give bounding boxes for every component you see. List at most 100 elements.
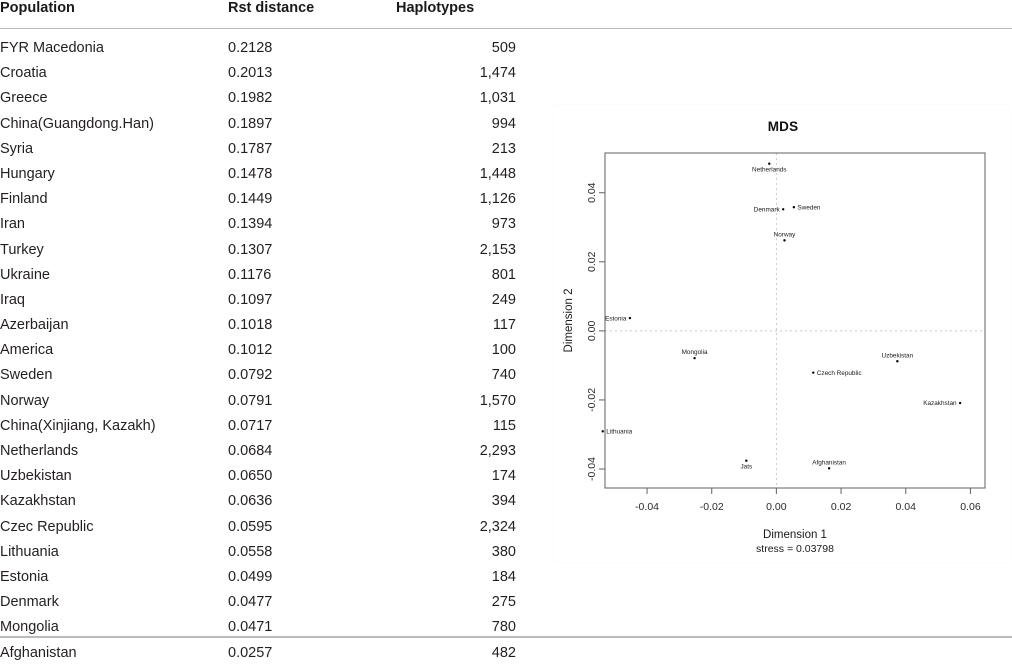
cell-rst-distance: 0.1012 (228, 338, 396, 363)
x-tick-label: 0.00 (766, 501, 787, 513)
cell-rst-distance: 0.0791 (228, 388, 396, 413)
data-point (812, 371, 814, 373)
data-point (793, 206, 795, 208)
column-header-haplotypes: Haplotypes (396, 0, 516, 29)
data-point (768, 163, 770, 165)
cell-haplotypes: 117 (396, 312, 516, 337)
cell-population: Iraq (0, 287, 228, 312)
cell-rst-distance: 0.1449 (228, 187, 396, 212)
table-row: Croatia0.20131,474 (0, 61, 1012, 86)
cell-rst-distance: 0.1897 (228, 111, 396, 136)
cell-haplotypes: 1,126 (396, 187, 516, 212)
data-point-label: Czech Republic (817, 370, 863, 377)
cell-spacer (516, 29, 1012, 61)
cell-population: FYR Macedonia (0, 29, 228, 61)
data-point (828, 467, 830, 469)
data-point-label: Lithuania (606, 429, 632, 436)
cell-population: Greece (0, 86, 228, 111)
x-tick-label: -0.02 (700, 501, 724, 513)
cell-spacer (516, 590, 1012, 615)
cell-population: Sweden (0, 363, 228, 388)
cell-haplotypes: 2,293 (396, 438, 516, 463)
cell-haplotypes: 740 (396, 363, 516, 388)
cell-haplotypes: 275 (396, 590, 516, 615)
y-tick-label: 0.04 (586, 182, 598, 203)
data-point-label: Netherlands (752, 167, 786, 174)
cell-haplotypes: 1,570 (396, 388, 516, 413)
cell-rst-distance: 0.2013 (228, 61, 396, 86)
cell-haplotypes: 801 (396, 262, 516, 287)
table-row: Denmark0.0477275 (0, 590, 1012, 615)
cell-rst-distance: 0.1097 (228, 287, 396, 312)
chart-subtitle: stress = 0.03798 (756, 543, 834, 555)
data-point-label: Denmark (754, 206, 781, 213)
mds-scatter-plot: -0.04-0.020.000.020.040.06-0.04-0.020.00… (554, 105, 1012, 564)
cell-population: Ukraine (0, 262, 228, 287)
cell-population: Turkey (0, 237, 228, 262)
cell-population: China(Xinjiang, Kazakh) (0, 413, 228, 438)
cell-population: Kazakhstan (0, 489, 228, 514)
x-axis-title: Dimension 1 (763, 529, 827, 541)
cell-haplotypes: 394 (396, 489, 516, 514)
cell-population: Croatia (0, 61, 228, 86)
cell-haplotypes: 380 (396, 539, 516, 564)
cell-population: China(Guangdong.Han) (0, 111, 228, 136)
table-bottom-rule (0, 636, 1012, 638)
y-tick-label: -0.04 (586, 457, 598, 481)
cell-rst-distance: 0.0650 (228, 464, 396, 489)
cell-rst-distance: 0.0477 (228, 590, 396, 615)
cell-haplotypes: 1,448 (396, 161, 516, 186)
cell-haplotypes: 2,153 (396, 237, 516, 262)
cell-rst-distance: 0.1787 (228, 136, 396, 161)
cell-spacer (516, 564, 1012, 589)
cell-haplotypes: 509 (396, 29, 516, 61)
cell-rst-distance: 0.0499 (228, 564, 396, 589)
data-point (745, 460, 747, 462)
cell-population: Afghanistan (0, 640, 228, 665)
data-point (896, 360, 898, 362)
cell-haplotypes: 2,324 (396, 514, 516, 539)
cell-rst-distance: 0.0717 (228, 413, 396, 438)
cell-spacer (516, 640, 1012, 665)
cell-haplotypes: 213 (396, 136, 516, 161)
x-tick-label: -0.04 (635, 501, 659, 513)
cell-rst-distance: 0.1478 (228, 161, 396, 186)
cell-population: Denmark (0, 590, 228, 615)
x-tick-label: 0.02 (831, 501, 852, 513)
column-header-population: Population (0, 0, 228, 29)
data-point-label: Mongolia (682, 349, 708, 356)
cell-population: Norway (0, 388, 228, 413)
cell-haplotypes: 482 (396, 640, 516, 665)
data-point-label: Jats (740, 464, 752, 471)
x-tick-label: 0.06 (960, 501, 981, 513)
cell-population: Czec Republic (0, 514, 228, 539)
table-row: Afghanistan0.0257482 (0, 640, 1012, 665)
data-point-label: Uzbekistan (882, 352, 914, 359)
cell-rst-distance: 0.1982 (228, 86, 396, 111)
cell-population: Estonia (0, 564, 228, 589)
cell-rst-distance: 0.0684 (228, 438, 396, 463)
cell-haplotypes: 174 (396, 464, 516, 489)
column-header-rst-distance: Rst distance (228, 0, 396, 29)
cell-haplotypes: 1,031 (396, 86, 516, 111)
cell-haplotypes: 100 (396, 338, 516, 363)
data-point (783, 239, 785, 241)
cell-population: Iran (0, 212, 228, 237)
cell-population: Uzbekistan (0, 464, 228, 489)
x-tick-label: 0.04 (896, 501, 917, 513)
cell-population: Netherlands (0, 438, 228, 463)
cell-haplotypes: 994 (396, 111, 516, 136)
table-header-row: Population Rst distance Haplotypes (0, 0, 1012, 29)
data-point (959, 402, 961, 404)
mds-chart-panel: MDS -0.04-0.020.000.020.040.06-0.04-0.02… (553, 104, 1011, 563)
plot-frame (605, 153, 985, 488)
cell-rst-distance: 0.0595 (228, 514, 396, 539)
data-point-label: Afghanistan (812, 459, 846, 466)
cell-rst-distance: 0.1307 (228, 237, 396, 262)
cell-rst-distance: 0.0558 (228, 539, 396, 564)
data-point (782, 208, 784, 210)
cell-haplotypes: 249 (396, 287, 516, 312)
cell-rst-distance: 0.2128 (228, 29, 396, 61)
cell-population: Hungary (0, 161, 228, 186)
y-tick-label: 0.02 (586, 251, 598, 272)
